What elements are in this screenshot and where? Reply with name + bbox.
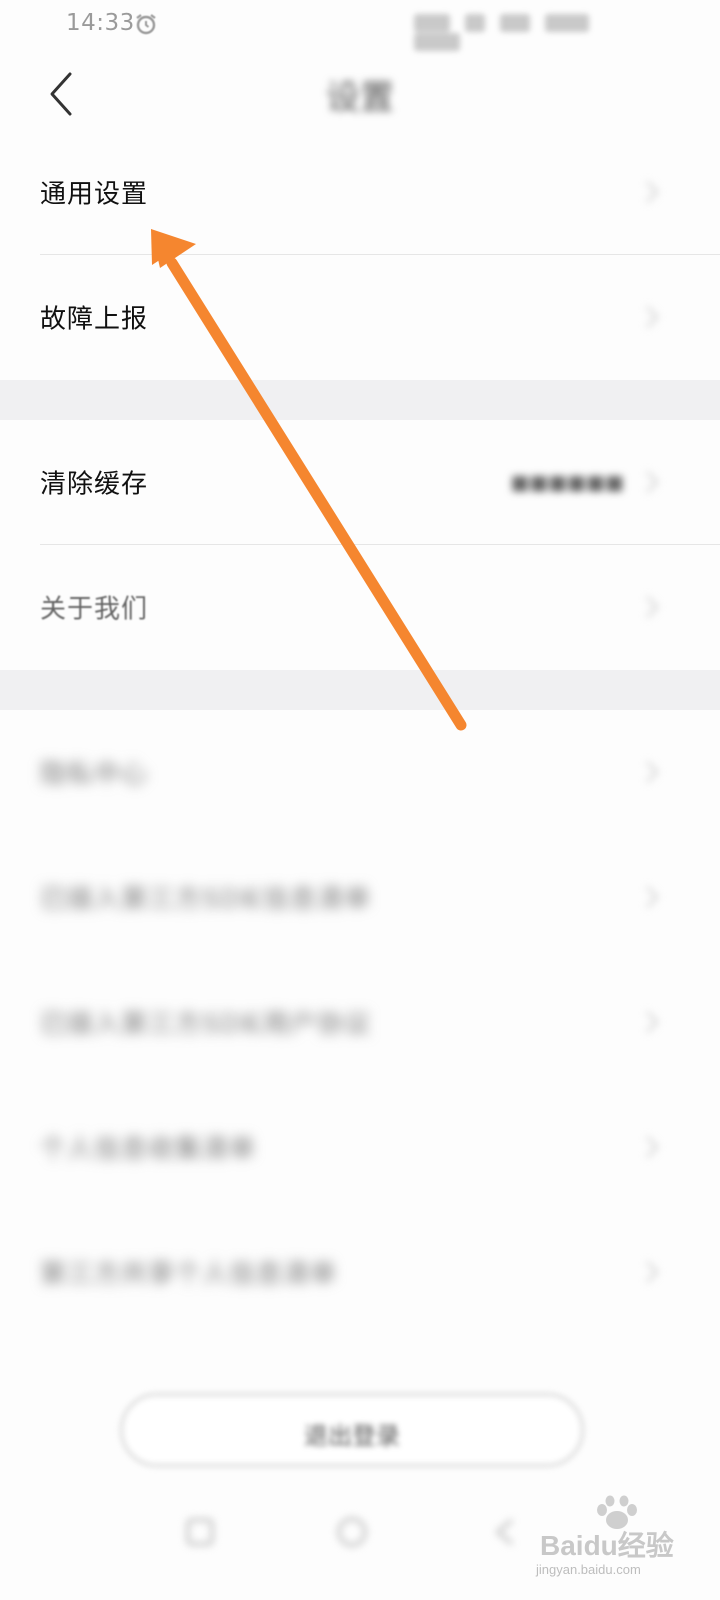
alarm-icon: [136, 14, 156, 35]
settings-item-third-party-sharing[interactable]: 第三方共享个人信息清单: [0, 1210, 720, 1334]
settings-item-label: 关于我们: [40, 594, 149, 625]
system-status-icons: [414, 12, 644, 51]
section-separator: [0, 380, 720, 420]
cache-size-value: ■■■■■■: [510, 470, 624, 494]
settings-item-label: 已接入第三方SDK用户协议: [40, 1009, 372, 1040]
settings-item-clear-cache[interactable]: 清除缓存 ■■■■■■: [0, 420, 720, 544]
chevron-right-icon: [646, 1261, 659, 1283]
settings-item-label: 通用设置: [40, 179, 149, 210]
watermark-brand: Baidu经验: [540, 1530, 674, 1561]
settings-item-privacy-center[interactable]: 隐私中心: [0, 710, 720, 834]
settings-item-about-us[interactable]: 关于我们: [0, 545, 720, 669]
chevron-right-icon: [646, 471, 659, 493]
chevron-right-icon: [646, 761, 659, 783]
settings-item-general[interactable]: 通用设置: [0, 130, 720, 254]
wifi-icon: [500, 13, 531, 32]
chevron-right-icon: [646, 306, 659, 328]
chevron-right-icon: [646, 886, 659, 908]
recent-apps-icon[interactable]: [180, 1512, 220, 1552]
back-nav-icon[interactable]: [486, 1512, 526, 1552]
battery-icon: [414, 33, 460, 51]
nav-header: 设置: [0, 52, 720, 140]
baidu-jingyan-watermark: Baidu经验 jingyan.baidu.com: [536, 1494, 676, 1584]
status-time: 14:33: [66, 10, 135, 36]
home-icon[interactable]: [332, 1512, 372, 1552]
page-title: 设置: [326, 78, 394, 118]
chevron-right-icon: [646, 181, 659, 203]
settings-item-label: 清除缓存: [40, 469, 149, 500]
settings-item-label: 故障上报: [40, 304, 149, 335]
settings-item-label: 第三方共享个人信息清单: [40, 1259, 338, 1290]
section-separator: [0, 670, 720, 710]
chevron-right-icon: [646, 1011, 659, 1033]
status-bar: 14:33: [0, 0, 720, 52]
logout-button[interactable]: 退出登录: [120, 1393, 584, 1467]
settings-item-label: 隐私中心: [40, 759, 149, 790]
settings-item-sdk-list[interactable]: 已接入第三方SDK信息清单: [0, 835, 720, 959]
settings-item-label: 已接入第三方SDK信息清单: [40, 884, 372, 915]
settings-item-sdk-agreement[interactable]: 已接入第三方SDK用户协议: [0, 960, 720, 1084]
watermark-url: jingyan.baidu.com: [536, 1562, 641, 1577]
chevron-right-icon: [646, 1136, 659, 1158]
settings-item-fault-report[interactable]: 故障上报: [0, 255, 720, 379]
settings-screen: 14:33 设置 通用设置 故障上报 清除缓存 ■■■■■■ 关于我们 隐私中心…: [0, 0, 720, 1600]
signal-icon: [414, 13, 450, 32]
chevron-right-icon: [646, 596, 659, 618]
settings-item-label: 个人信息收集清单: [40, 1134, 257, 1165]
nfc-icon: [465, 13, 486, 32]
settings-item-personal-info-list[interactable]: 个人信息收集清单: [0, 1085, 720, 1209]
logout-button-label: 退出登录: [304, 1422, 400, 1450]
cellular-icon: [545, 13, 590, 32]
